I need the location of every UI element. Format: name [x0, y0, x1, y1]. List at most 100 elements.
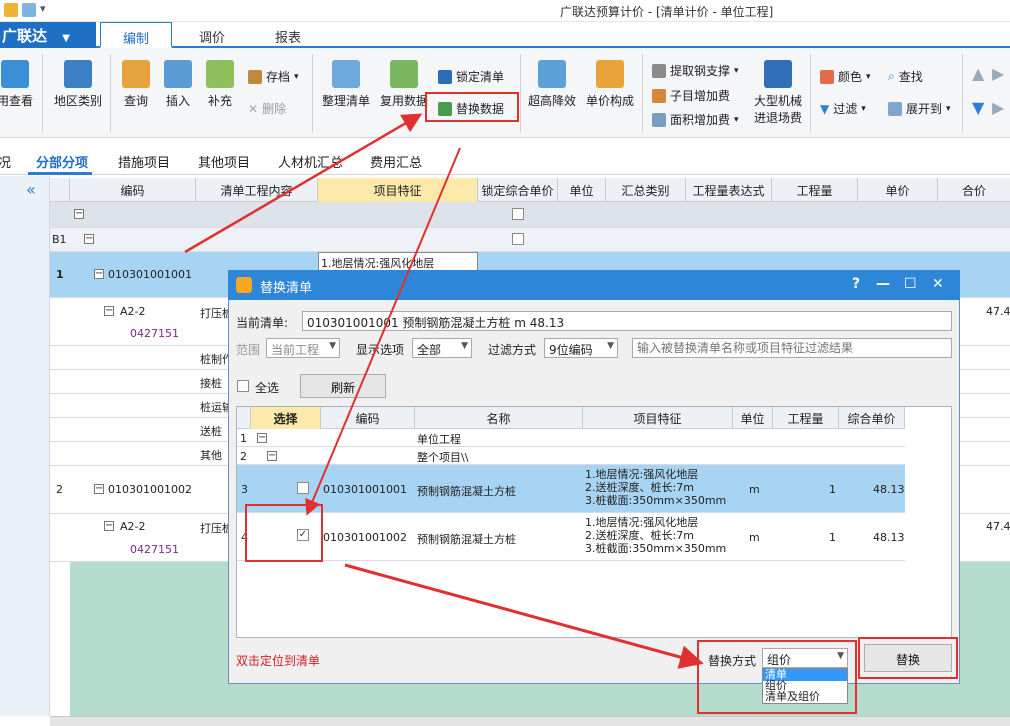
delete-button[interactable]: ✕ 删除: [248, 100, 286, 117]
maximize-icon[interactable]: ☐: [904, 276, 917, 292]
lock-checkbox[interactable]: [512, 233, 524, 245]
view-button[interactable]: 用查看: [0, 60, 36, 109]
refresh-button[interactable]: 刷新: [300, 374, 386, 398]
arrow-up-icon[interactable]: ▲: [972, 64, 984, 83]
brand-menu[interactable]: 广联达 ▼: [0, 22, 96, 48]
query-button[interactable]: 查询: [118, 60, 154, 109]
save-icon[interactable]: [22, 3, 36, 17]
grid-header-category[interactable]: 汇总类别: [606, 178, 686, 202]
scope-label: 范围: [236, 343, 261, 357]
current-list-field[interactable]: 010301001001 预制钢筋混凝土方桩 m 48.13: [302, 311, 952, 331]
minimize-icon[interactable]: —: [876, 276, 890, 292]
feature-line: 3.桩截面:350mm×350mm: [585, 494, 727, 507]
dropdown-icon[interactable]: ▾: [40, 2, 46, 15]
header-name[interactable]: 名称: [415, 407, 583, 429]
supplement-button[interactable]: 补充: [202, 60, 238, 109]
grid-header-lock[interactable]: 锁定综合单价: [478, 178, 558, 202]
display-option-label: 显示选项: [356, 343, 405, 357]
tab-other-items[interactable]: 其他项目: [198, 152, 250, 171]
tab-edit[interactable]: 编制: [100, 22, 172, 48]
sub-fee-button[interactable]: 子目增加费: [652, 87, 730, 104]
tab-division[interactable]: 分部分项: [36, 152, 88, 171]
row-number: 2: [56, 483, 63, 496]
tree-toggle-icon[interactable]: −: [94, 269, 104, 279]
lock-icon: [438, 69, 452, 84]
arrow-right-icon[interactable]: ▶: [992, 64, 1004, 83]
header-unit[interactable]: 单位: [733, 407, 773, 429]
row-name: 单位工程: [417, 433, 461, 446]
search-icon: ⌕: [888, 69, 895, 83]
tree-toggle-icon[interactable]: −: [267, 451, 277, 461]
table-row[interactable]: 3 010301001001 预制钢筋混凝土方桩 1.地层情况:强风化地层 2.…: [237, 465, 905, 513]
collapse-icon[interactable]: «: [26, 180, 36, 199]
grid-header-price[interactable]: 单价: [858, 178, 938, 202]
tab-measures[interactable]: 措施项目: [118, 152, 170, 171]
reuse-data-button[interactable]: 复用数据: [378, 60, 430, 109]
tree-toggle-icon[interactable]: −: [94, 484, 104, 494]
tree-toggle-icon[interactable]: −: [257, 433, 267, 443]
arrow-down-icon[interactable]: ▼: [972, 98, 984, 117]
grid-header-total[interactable]: 合价: [938, 178, 1010, 202]
tree-toggle-icon[interactable]: −: [104, 521, 114, 531]
header-code[interactable]: 编码: [321, 407, 415, 429]
header-quantity[interactable]: 工程量: [773, 407, 839, 429]
grid-header-quantity[interactable]: 工程量: [772, 178, 858, 202]
scope-select[interactable]: 当前工程 ▼: [266, 338, 340, 358]
insert-button[interactable]: 插入: [160, 60, 196, 109]
filter-mode-select[interactable]: 9位编码 ▼: [544, 338, 618, 358]
horizontal-scrollbar[interactable]: [50, 716, 1010, 726]
item-code: 010301001001: [108, 268, 192, 281]
tree-toggle-icon[interactable]: −: [84, 234, 94, 244]
lock-checkbox[interactable]: [512, 208, 524, 220]
steel-support-button[interactable]: 提取钢支撑 ▾: [652, 62, 739, 79]
header-price[interactable]: 综合单价: [839, 407, 905, 429]
area-fee-button[interactable]: 面积增加费 ▾: [652, 111, 739, 128]
machine-fee-button[interactable]: 大型机械 进退场费: [752, 60, 804, 126]
hint-text: 双击定位到清单: [236, 654, 321, 668]
find-button[interactable]: ⌕ 查找: [888, 68, 923, 85]
grid-header-unit[interactable]: 单位: [558, 178, 606, 202]
grid-header-code[interactable]: 编码: [70, 178, 196, 202]
tree-toggle-icon[interactable]: −: [74, 209, 84, 219]
lock-list-button[interactable]: 锁定清单: [438, 68, 504, 85]
arrow-right-icon[interactable]: ▶: [992, 98, 1004, 117]
header-select[interactable]: 选择: [251, 407, 321, 429]
active-tab-underline: [28, 172, 92, 175]
tab-price-adjust[interactable]: 调价: [176, 22, 248, 48]
select-all-checkbox[interactable]: [237, 380, 249, 392]
table-row[interactable]: −: [50, 202, 1010, 228]
feature-line: 2.送桩深度、桩长:7m: [585, 529, 694, 542]
grid-header-expression[interactable]: 工程量表达式: [686, 178, 772, 202]
display-option-select[interactable]: 全部 ▼: [412, 338, 472, 358]
row-unit: m: [749, 531, 760, 544]
tab-labor-material[interactable]: 人材机汇总: [278, 152, 343, 171]
grid-header: 编码 清单工程内容 项目特征 锁定综合单价 单位 汇总类别 工程量表达式 工程量…: [50, 178, 1010, 202]
grid-header-content[interactable]: 清单工程内容: [196, 178, 318, 202]
tab-report[interactable]: 报表: [252, 22, 324, 48]
unit-price-button[interactable]: 单价构成: [584, 60, 636, 109]
tab-overview[interactable]: 况: [0, 152, 11, 171]
filter-button[interactable]: ▼ 过滤 ▾: [820, 100, 866, 117]
table-row[interactable]: 1 − 单位工程: [237, 429, 905, 447]
close-icon: ✕: [248, 101, 259, 116]
organize-list-button[interactable]: 整理清单: [320, 60, 372, 109]
color-button[interactable]: 颜色 ▾: [820, 68, 871, 85]
super-high-button[interactable]: 超高降效: [528, 60, 576, 109]
highlight-box: [858, 637, 958, 679]
dialog-title-bar[interactable]: 替换清单 ? — ☐ ✕: [228, 270, 960, 300]
table-row[interactable]: B1 −: [50, 228, 1010, 252]
table-row[interactable]: 4 ✓ 010301001002 预制钢筋混凝土方桩 1.地层情况:强风化地层 …: [237, 513, 905, 561]
table-row[interactable]: 2 − 整个项目\\: [237, 447, 905, 465]
close-icon[interactable]: ✕: [932, 276, 944, 292]
region-button[interactable]: 地区类别: [52, 60, 104, 109]
grid-header-feature[interactable]: 项目特征: [318, 178, 478, 202]
feature-line: 1.地层情况:强风化地层: [585, 516, 699, 529]
filter-input[interactable]: [632, 338, 952, 358]
help-icon[interactable]: ?: [852, 276, 860, 292]
row-select-checkbox[interactable]: [297, 482, 309, 494]
tab-fee-summary[interactable]: 费用汇总: [370, 152, 422, 171]
header-feature[interactable]: 项目特征: [583, 407, 733, 429]
tree-toggle-icon[interactable]: −: [104, 306, 114, 316]
archive-button[interactable]: 存档 ▾: [248, 68, 299, 85]
expand-to-button[interactable]: 展开到 ▾: [888, 100, 951, 117]
